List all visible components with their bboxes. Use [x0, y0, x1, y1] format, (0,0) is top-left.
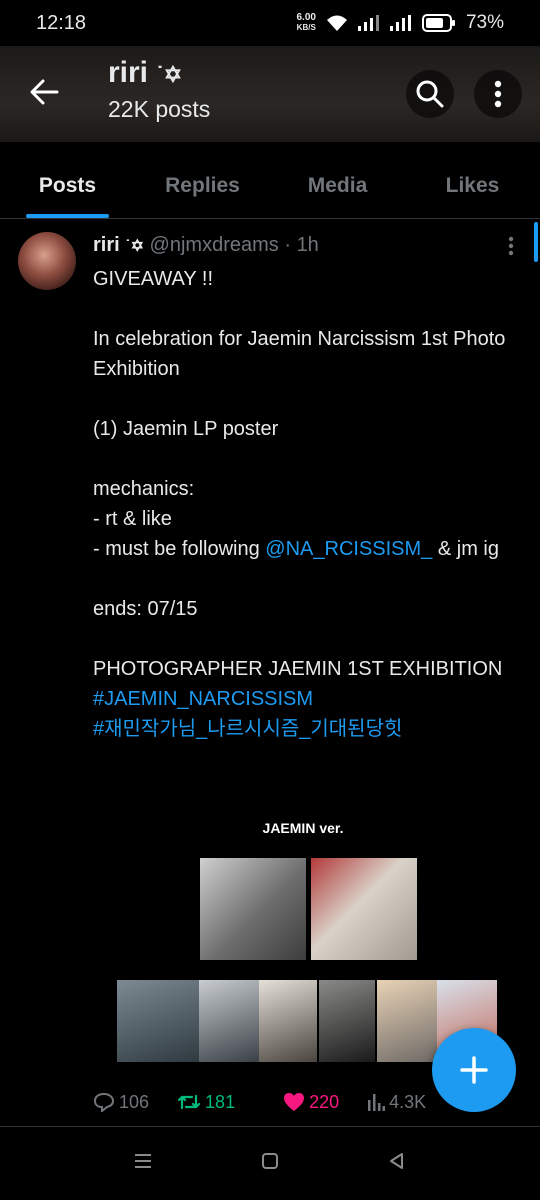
image-caption: JAEMIN ver. [262, 820, 344, 836]
square-icon [261, 1153, 278, 1169]
post-line: (1) Jaemin LP poster [93, 418, 279, 440]
reply-button[interactable]: 106 [93, 1092, 149, 1113]
post-image[interactable]: JAEMIN ver. [93, 808, 513, 1066]
view-count: 4.3K [389, 1091, 427, 1112]
tab-media[interactable]: Media [270, 150, 405, 218]
post-time: 1h [296, 234, 319, 256]
system-nav-bar [0, 1127, 540, 1200]
author-symbol: ˙✡ [125, 238, 144, 255]
signal-icon [357, 15, 379, 31]
tab-posts[interactable]: Posts [0, 150, 135, 218]
reply-count: 106 [119, 1091, 150, 1112]
avatar[interactable] [18, 232, 76, 290]
status-time: 12:18 [36, 11, 87, 34]
photo-strip [319, 980, 375, 1062]
lp-cover-2 [311, 858, 417, 960]
more-options-button[interactable] [474, 70, 522, 118]
page-title: riri ˙✡ [108, 56, 183, 89]
recent-apps-button[interactable] [133, 1152, 153, 1175]
repost-count: 181 [205, 1091, 236, 1112]
compose-button[interactable] [432, 1028, 516, 1112]
hashtag-link[interactable]: #재민작가님_나르시시즘_기대된당힛 [93, 714, 513, 744]
views-button[interactable]: 4.3K [367, 1092, 426, 1113]
menu-icon [135, 1154, 152, 1168]
post-meta: riri ˙✡ @njmxdreams · 1h [93, 234, 319, 257]
signal-icon-2 [389, 15, 411, 31]
heart-icon [284, 1093, 305, 1111]
title-symbol: ˙✡ [156, 62, 183, 87]
more-vertical-icon [508, 236, 514, 256]
home-button[interactable] [260, 1151, 280, 1176]
author-handle[interactable]: @njmxdreams [150, 234, 279, 256]
photo-strip [199, 980, 259, 1062]
search-button[interactable] [406, 70, 454, 118]
author-name[interactable]: riri [93, 234, 120, 256]
network-speed: 6.00 KB/S [296, 12, 316, 33]
like-button[interactable]: 220 [283, 1092, 339, 1113]
post-more-button[interactable] [508, 236, 514, 262]
wifi-icon [326, 15, 347, 31]
system-back-button[interactable] [387, 1151, 407, 1176]
scrollbar[interactable] [534, 222, 538, 262]
battery-icon [421, 14, 455, 32]
comment-icon [93, 1092, 115, 1112]
photo-strip [259, 980, 317, 1062]
back-button[interactable] [22, 70, 66, 114]
repost-icon [177, 1094, 201, 1110]
triangle-back-icon [389, 1153, 403, 1169]
profile-header: riri ˙✡ 22K posts [0, 46, 540, 142]
post-line: ends: 07/15 [93, 598, 198, 620]
post-line: - must be following @NA_RCISSISM_ & jm i… [93, 538, 499, 560]
tab-replies[interactable]: Replies [135, 150, 270, 218]
post-line: In celebration for Jaemin Narcissism 1st… [93, 328, 506, 380]
photo-strip [117, 980, 199, 1062]
meta-separator: · [284, 234, 291, 256]
analytics-icon [368, 1094, 386, 1111]
repost-button[interactable]: 181 [177, 1092, 235, 1113]
more-vertical-icon [494, 80, 502, 108]
search-icon [416, 80, 444, 108]
plus-icon [460, 1056, 488, 1084]
lp-cover-1 [200, 858, 306, 960]
photo-strip [377, 980, 437, 1062]
post-line: GIVEAWAY !! [93, 268, 214, 290]
post-count: 22K posts [108, 96, 211, 122]
battery-level: 73% [465, 12, 504, 33]
post-text: GIVEAWAY !! In celebration for Jaemin Na… [93, 264, 513, 744]
post-line: PHOTOGRAPHER JAEMIN 1ST EXHIBITION [93, 658, 503, 680]
arrow-left-icon [30, 79, 59, 105]
tab-likes[interactable]: Likes [405, 150, 540, 218]
post-line: mechanics: [93, 478, 195, 500]
post-line: - rt & like [93, 508, 172, 530]
hashtag-link[interactable]: #JAEMIN_NARCISSISM [93, 684, 513, 714]
like-count: 220 [309, 1091, 340, 1112]
status-bar: 12:18 6.00 KB/S 73% [0, 0, 540, 46]
profile-tabs: Posts Replies Media Likes [0, 150, 540, 219]
mention-link[interactable]: @NA_RCISSISM_ [265, 538, 432, 560]
